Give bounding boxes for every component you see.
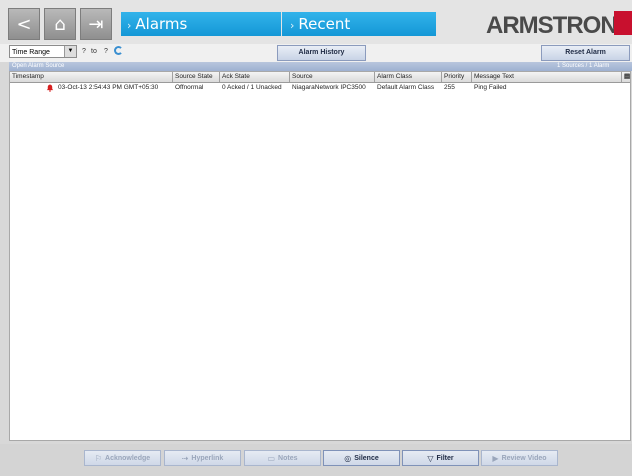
- acknowledge-button[interactable]: ⚐ Acknowledge: [84, 450, 161, 466]
- alarm-toolbar: Time Range ▼ ? to ? Alarm History Reset …: [0, 44, 632, 62]
- table-row[interactable]: 03-Oct-13 2:54:43 PM GMT+05:30 Offnormal…: [10, 83, 630, 93]
- column-chooser-icon[interactable]: ▤: [622, 72, 630, 82]
- col-priority[interactable]: Priority: [442, 72, 472, 82]
- filter-label: Filter: [436, 454, 454, 462]
- hyperlink-button[interactable]: ⇢ Hyperlink: [164, 450, 241, 466]
- alarm-count: 1 Sources / 1 Alarm: [557, 63, 610, 69]
- silence-icon: ◎: [344, 453, 352, 463]
- col-source[interactable]: Source: [290, 72, 375, 82]
- reset-alarm-button[interactable]: Reset Alarm: [541, 45, 630, 61]
- alarm-bell-icon: [46, 84, 54, 92]
- brand-logo-mark: [614, 11, 632, 35]
- top-bar: < ⌂ ⇥ › Alarms › Recent ARMSTRONG: [0, 0, 632, 44]
- alarm-history-button[interactable]: Alarm History: [277, 45, 366, 61]
- silence-label: Silence: [354, 454, 379, 462]
- notes-button[interactable]: ▭ Notes: [244, 450, 321, 466]
- open-alarm-source-label: Open Alarm Source: [12, 63, 65, 69]
- dropdown-arrow-icon: ▼: [64, 46, 76, 57]
- chevron-right-icon: ›: [290, 19, 295, 32]
- back-button[interactable]: <: [8, 8, 40, 40]
- acknowledge-icon: ⚐: [94, 453, 103, 463]
- hyperlink-label: Hyperlink: [191, 454, 224, 462]
- review-video-button[interactable]: ▶ Review Video: [481, 450, 558, 466]
- table-header: Timestamp Source State Ack State Source …: [10, 72, 630, 83]
- status-strip: Open Alarm Source 1 Sources / 1 Alarm: [9, 62, 632, 71]
- door-exit-icon: ⇥: [88, 13, 104, 35]
- alarm-table: Timestamp Source State Ack State Source …: [9, 71, 631, 441]
- notes-icon: ▭: [267, 453, 276, 463]
- refresh-icon[interactable]: [114, 46, 123, 55]
- range-from: ?: [82, 48, 86, 55]
- time-range-select[interactable]: Time Range ▼: [9, 45, 77, 58]
- silence-button[interactable]: ◎ Silence: [323, 450, 400, 466]
- col-alarm-class[interactable]: Alarm Class: [375, 72, 442, 82]
- range-to: ?: [104, 48, 108, 55]
- filter-button[interactable]: ▽ Filter: [402, 450, 479, 466]
- notes-label: Notes: [278, 454, 298, 462]
- review-video-label: Review Video: [501, 454, 547, 462]
- link-icon: ⇢: [181, 453, 189, 463]
- col-timestamp[interactable]: Timestamp: [10, 72, 173, 82]
- brand-logo: ARMSTRONG: [486, 12, 632, 39]
- home-button[interactable]: ⌂: [44, 8, 76, 40]
- acknowledge-label: Acknowledge: [105, 454, 151, 462]
- home-icon: ⌂: [54, 13, 66, 35]
- crumb-recent-label: Recent: [298, 15, 351, 33]
- cell-source: NiagaraNetwork IPC3500: [292, 84, 366, 91]
- cell-priority: 255: [444, 84, 455, 91]
- filter-icon: ▽: [427, 453, 434, 463]
- cell-message-text: Ping Failed: [474, 84, 507, 91]
- chevron-left-icon: <: [16, 13, 32, 35]
- crumb-alarms-label: Alarms: [135, 15, 188, 33]
- range-to-label: to: [91, 48, 97, 55]
- alarm-console: < ⌂ ⇥ › Alarms › Recent ARMSTRONG Time Ran…: [0, 0, 632, 476]
- cell-timestamp: 03-Oct-13 2:54:43 PM GMT+05:30: [58, 84, 159, 91]
- breadcrumb-recent[interactable]: › Recent: [282, 12, 436, 36]
- col-source-state[interactable]: Source State: [173, 72, 220, 82]
- video-icon: ▶: [492, 453, 499, 463]
- chevron-right-icon: ›: [127, 19, 132, 32]
- col-message-text[interactable]: Message Text: [472, 72, 622, 82]
- action-bar: ⚐ Acknowledge ⇢ Hyperlink ▭ Notes ◎ Silence …: [0, 444, 632, 476]
- time-range-value: Time Range: [12, 49, 50, 56]
- cell-alarm-class: Default Alarm Class: [377, 84, 435, 91]
- cell-ack-state: 0 Acked / 1 Unacked: [222, 84, 282, 91]
- breadcrumb-alarms[interactable]: › Alarms: [121, 12, 281, 36]
- exit-button[interactable]: ⇥: [80, 8, 112, 40]
- col-ack-state[interactable]: Ack State: [220, 72, 290, 82]
- cell-source-state: Offnormal: [175, 84, 204, 91]
